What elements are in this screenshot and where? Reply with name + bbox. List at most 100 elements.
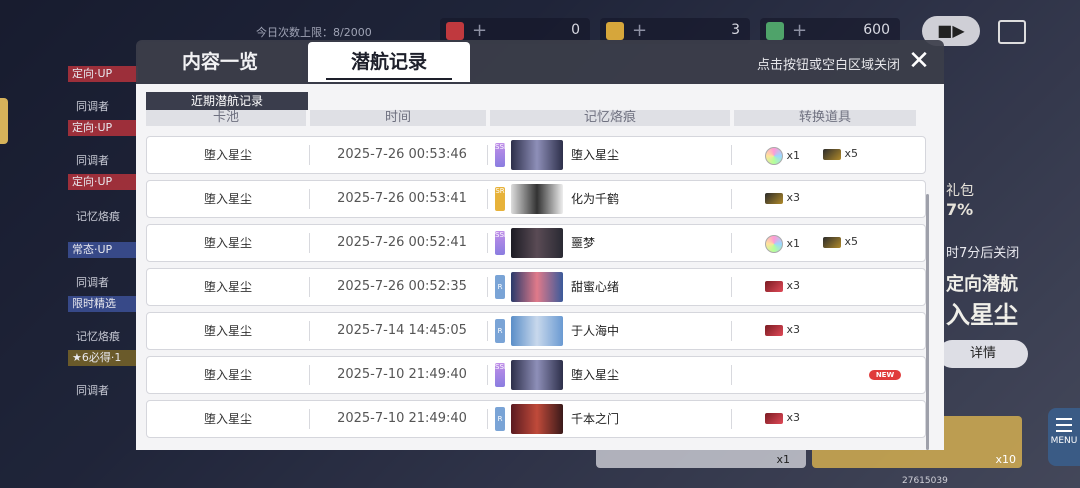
conversion-item: x5 bbox=[823, 147, 858, 160]
item-count: x5 bbox=[844, 235, 859, 248]
ten-count: x10 bbox=[995, 453, 1016, 466]
row-divider bbox=[487, 321, 488, 341]
table-row[interactable]: 堕入星尘 2025-7-26 00:53:46 SSR 堕入星尘 x1 x5 bbox=[146, 136, 926, 174]
column-header-time: 时间 bbox=[310, 110, 486, 126]
memory-thumbnail[interactable] bbox=[511, 404, 563, 434]
row-memory-name: 甜蜜心绪 bbox=[571, 280, 620, 294]
rarity-badge: SR bbox=[495, 187, 505, 211]
rainbow-orb-icon bbox=[765, 235, 783, 253]
row-memory-name: 千本之门 bbox=[571, 412, 620, 426]
item-count: x3 bbox=[786, 191, 801, 204]
user-id: 27615039 bbox=[902, 476, 948, 486]
row-divider bbox=[731, 409, 732, 429]
section-title: 近期潜航记录 bbox=[146, 92, 308, 110]
row-time: 2025-7-14 14:45:05 bbox=[337, 323, 467, 338]
memory-thumbnail[interactable] bbox=[511, 360, 563, 390]
row-divider bbox=[487, 409, 488, 429]
close-hint: 点击按钮或空白区域关闭 bbox=[756, 58, 900, 73]
table-row[interactable]: 堕入星尘 2025-7-10 21:49:40 SSR 堕入星尘 NEW bbox=[146, 356, 926, 394]
row-pool: 堕入星尘 bbox=[203, 192, 252, 206]
banner-countdown: 时7分后关闭 bbox=[946, 246, 1020, 261]
conversion-item: x3 bbox=[765, 191, 800, 204]
memory-thumbnail[interactable] bbox=[511, 316, 563, 346]
gift-pack[interactable]: 礼包 7% bbox=[946, 180, 974, 219]
conversion-item: x3 bbox=[765, 323, 800, 336]
red-ticket-icon bbox=[765, 324, 783, 336]
plus-icon[interactable]: + bbox=[632, 20, 647, 41]
row-divider bbox=[309, 145, 310, 165]
row-time: 2025-7-10 21:49:40 bbox=[337, 367, 467, 382]
gift-label: 礼包 bbox=[946, 183, 974, 199]
table-row[interactable]: 堕入星尘 2025-7-26 00:53:41 SR 化为千鹤 x3 bbox=[146, 180, 926, 218]
item-count: x1 bbox=[786, 237, 801, 250]
conversion-item: x3 bbox=[765, 411, 800, 424]
memory-thumbnail[interactable] bbox=[511, 140, 563, 170]
ticket-b-icon bbox=[606, 22, 624, 40]
tab-content-overview[interactable]: 内容一览 bbox=[138, 42, 302, 82]
item-count: x3 bbox=[786, 279, 801, 292]
memory-thumbnail[interactable] bbox=[511, 272, 563, 302]
menu-button[interactable]: MENU bbox=[1048, 408, 1080, 466]
rarity-badge: SSR bbox=[495, 363, 509, 387]
table-row[interactable]: 堕入星尘 2025-7-14 14:45:05 R 于人海中 x3 bbox=[146, 312, 926, 350]
item-count: x1 bbox=[786, 149, 801, 162]
side-tag[interactable]: 定向·UP bbox=[68, 120, 138, 136]
item-count: x3 bbox=[786, 323, 801, 336]
side-label: 同调者 bbox=[76, 384, 109, 397]
plus-icon[interactable]: + bbox=[792, 20, 807, 41]
row-divider bbox=[731, 233, 732, 253]
plus-icon[interactable]: + bbox=[472, 20, 487, 41]
side-tag[interactable]: 限时精选 bbox=[68, 296, 138, 312]
row-pool: 堕入星尘 bbox=[203, 148, 252, 162]
row-memory-name: 堕入星尘 bbox=[571, 148, 620, 162]
conversion-item: x5 bbox=[823, 235, 858, 248]
rainbow-orb-icon bbox=[765, 147, 783, 165]
close-icon[interactable]: ✕ bbox=[906, 48, 932, 74]
row-pool: 堕入星尘 bbox=[203, 280, 252, 294]
row-divider bbox=[309, 365, 310, 385]
banner-title-line1: 定向潜航 bbox=[946, 274, 1018, 295]
column-header-pool: 卡池 bbox=[146, 110, 306, 126]
row-divider bbox=[487, 189, 488, 209]
ticket-b-count: 3 bbox=[731, 22, 740, 38]
detail-button[interactable]: 详情 bbox=[938, 340, 1028, 368]
row-pool: 堕入星尘 bbox=[203, 412, 252, 426]
memory-thumbnail[interactable] bbox=[511, 228, 563, 258]
row-divider bbox=[487, 145, 488, 165]
side-tag[interactable]: 定向·UP bbox=[68, 66, 138, 82]
side-label: 同调者 bbox=[76, 100, 109, 113]
row-time: 2025-7-26 00:52:41 bbox=[337, 235, 467, 250]
conversion-item: x3 bbox=[765, 279, 800, 292]
item-count: x5 bbox=[844, 147, 859, 160]
row-pool: 堕入星尘 bbox=[203, 368, 252, 382]
ticket-a-count: 0 bbox=[571, 22, 580, 38]
table-row[interactable]: 堕入星尘 2025-7-10 21:49:40 R 千本之门 x3 bbox=[146, 400, 926, 438]
camera-icon: ■▶ bbox=[937, 21, 965, 40]
conversion-item: x1 bbox=[765, 147, 800, 165]
memory-thumbnail[interactable] bbox=[511, 184, 563, 214]
menu-icon bbox=[1056, 418, 1072, 432]
side-tag[interactable]: 常态·UP bbox=[68, 242, 138, 258]
row-divider bbox=[309, 233, 310, 253]
row-time: 2025-7-10 21:49:40 bbox=[337, 411, 467, 426]
table-row[interactable]: 堕入星尘 2025-7-26 00:52:35 R 甜蜜心绪 x3 bbox=[146, 268, 926, 306]
banner-title-line2: 入星尘 bbox=[946, 301, 1018, 329]
side-tag[interactable]: ★6必得·1 bbox=[68, 350, 138, 366]
table-row[interactable]: 堕入星尘 2025-7-26 00:52:41 SSR 噩梦 x1 x5 bbox=[146, 224, 926, 262]
row-divider bbox=[309, 277, 310, 297]
row-memory-name: 噩梦 bbox=[571, 236, 596, 250]
row-memory-name: 堕入星尘 bbox=[571, 368, 620, 382]
side-tag[interactable]: 定向·UP bbox=[68, 174, 138, 190]
left-drawer-handle[interactable] bbox=[0, 98, 8, 144]
column-header-items: 转换道具 bbox=[734, 110, 916, 126]
modal-header: 内容一览 潜航记录 点击按钮或空白区域关闭 ✕ bbox=[136, 40, 944, 84]
scrollbar[interactable] bbox=[926, 194, 929, 450]
red-ticket-icon bbox=[765, 412, 783, 424]
row-memory-name: 化为千鹤 bbox=[571, 192, 620, 206]
gold-ticket-icon bbox=[765, 192, 783, 204]
row-divider bbox=[731, 365, 732, 385]
row-divider bbox=[309, 321, 310, 341]
photo-button[interactable] bbox=[998, 20, 1026, 44]
tab-dive-record[interactable]: 潜航记录 bbox=[308, 42, 470, 82]
row-divider bbox=[309, 409, 310, 429]
